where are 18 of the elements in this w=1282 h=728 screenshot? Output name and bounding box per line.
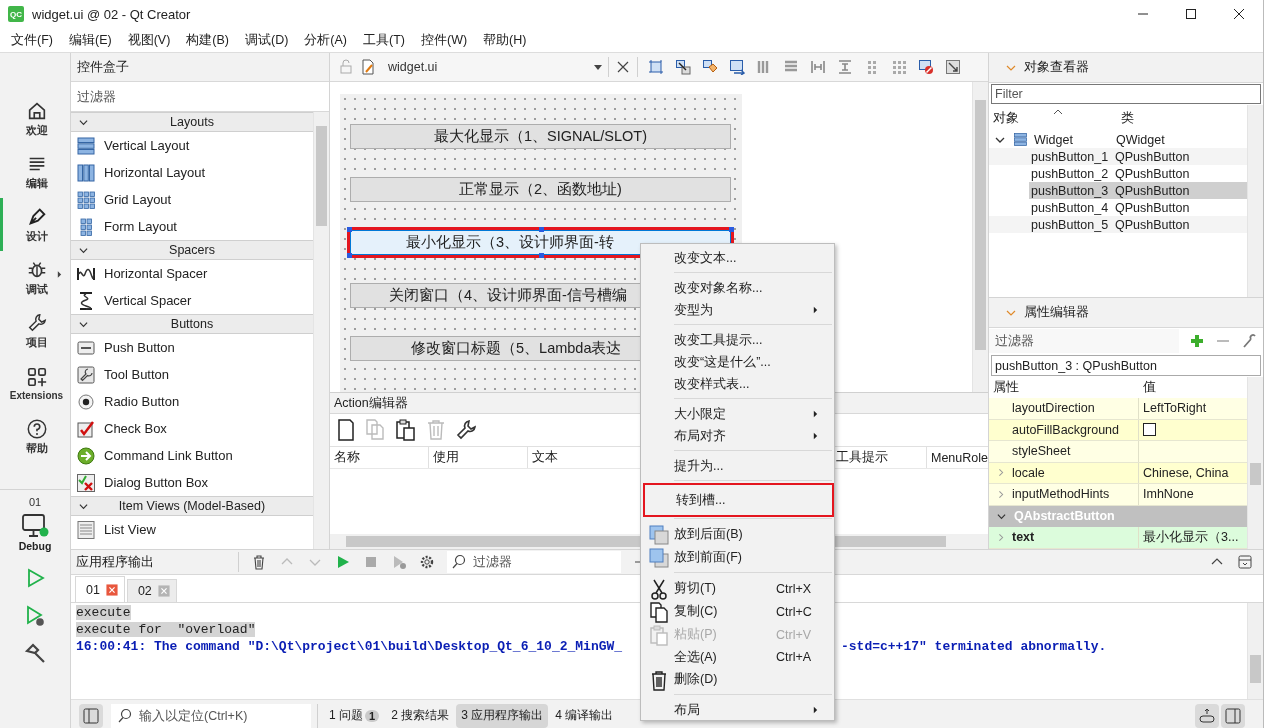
property-name: inputMethodHints [1012,487,1110,502]
log-line: 16:00:41: The command "D:\Qt\project\01\build\Desktop_Qt_6_10_2_MinGW_ [76,639,623,654]
panel-title: 控件盒子 [77,58,129,76]
property-name: layoutDirection [1012,401,1095,416]
object-name-field: pushButton_3 : QPushButton [991,355,1261,376]
log-line: -std=c++17" terminated abnormally. [841,639,1107,654]
panel-title: Action编辑器 [334,394,408,412]
property-name: text [1012,530,1035,545]
property-name: autoFillBackground [1012,422,1119,437]
panel-title: 应用程序输出 [75,553,155,571]
property-name: styleSheet [1012,444,1071,459]
app-logo: QC [8,6,24,22]
panel-title: 属性编辑器 [1024,304,1089,321]
panel-title: 对象查看器 [1024,59,1089,76]
property-name: locale [1012,465,1045,480]
count-badge: 1 [365,709,380,722]
window-title: widget.ui @ 02 - Qt Creator [32,6,191,22]
project-name: 01 [28,496,42,508]
